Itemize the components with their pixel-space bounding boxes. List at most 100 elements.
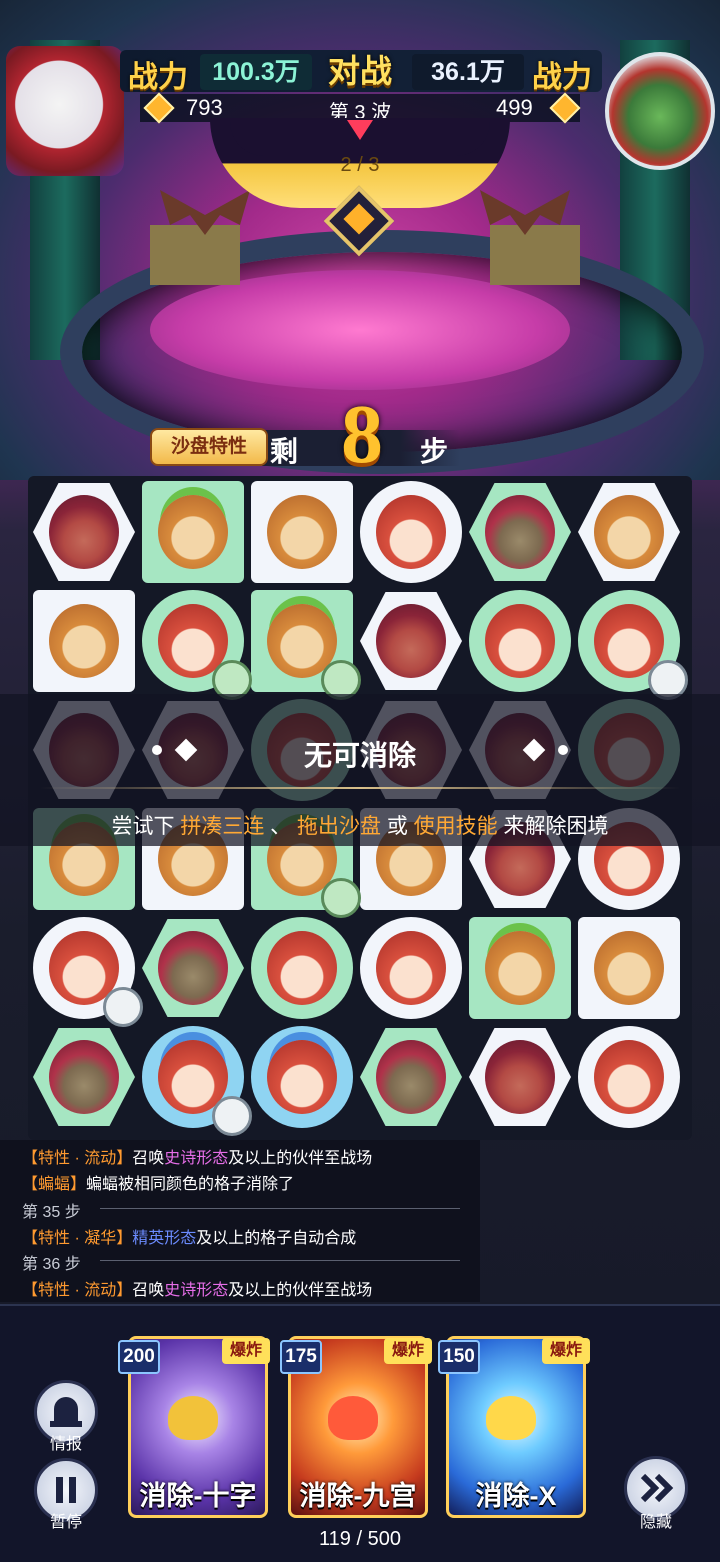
girl-b-portrait [267,1040,337,1114]
no-match-hint: 尝试下 拼凑三连 、 拖出沙盘 或 使用技能 来解除困境 [0,810,720,840]
player-power-value: 100.3万 [200,54,312,90]
tile-monkey-g[interactable] [469,917,571,1019]
log-text: 及以上的格子自动合成 [196,1230,357,1247]
log-step-35: 第 35 步 [22,1204,81,1221]
log-entry: 【蝙蝠】蝙蝠被相同颜色的格子消除了 [22,1170,294,1194]
skill-cost: 150 [438,1340,480,1374]
bat-badge-icon [212,1096,252,1136]
tile-girl[interactable] [360,481,462,583]
monkey-portrait [594,495,664,569]
ox-portrait [49,495,119,569]
tile-monkey[interactable] [578,917,680,1019]
bat-badge-icon [321,878,361,918]
hint-separator: 、 [264,815,297,838]
battle-log[interactable]: 【特性 · 流动】召唤史诗形态及以上的伙伴至战场 【蝙蝠】蝙蝠被相同颜色的格子消… [0,1140,480,1302]
skill-name: 消除-X [475,1481,557,1511]
hide-label: 隐藏 [639,1514,672,1531]
hint-text: 尝试下 [111,815,181,838]
enemy-power-label: 战力 [532,61,592,94]
ox-g-portrait [49,1040,119,1114]
log-text: 蝙蝠被相同颜色的格子消除了 [86,1176,295,1193]
hint-option-drag: 拖出沙盘 [297,815,381,838]
skill-tag: 爆炸 [542,1338,590,1364]
tile-monkey[interactable] [251,481,353,583]
skill-name: 消除-十字 [139,1481,257,1511]
ox-g-portrait [485,495,555,569]
girl-portrait [267,931,337,1005]
skull-icon [328,1396,378,1440]
skill-name: 消除-九宫 [299,1481,417,1511]
log-entry: 【特性 · 凝华】精英形态及以上的格子自动合成 [22,1224,356,1248]
tile-girl[interactable] [469,590,571,692]
divider [100,1260,460,1261]
tile-ox-g[interactable] [142,919,244,1017]
log-text: 召唤 [132,1282,165,1299]
tile-ox-g[interactable] [469,483,571,581]
skull-icon [168,1396,218,1440]
tile-ox-g[interactable] [360,1028,462,1126]
log-text: 及以上的伙伴至战场 [228,1282,373,1299]
log-highlight: 史诗形态 [164,1282,229,1299]
skull-icon [486,1396,536,1440]
steps-prefix: 剩 [270,436,299,467]
skill-cost: 200 [118,1340,160,1374]
log-highlight: 精英形态 [132,1230,197,1247]
tile-ox-g[interactable] [33,1028,135,1126]
girl-portrait [376,931,446,1005]
log-text: 及以上的伙伴至战场 [228,1150,373,1167]
bat-enemy-left[interactable] [150,185,260,245]
log-highlight: 史诗形态 [164,1150,229,1167]
girl-portrait [376,495,446,569]
girl-portrait [594,1040,664,1114]
ox-portrait [376,604,446,678]
tile-ox[interactable] [33,483,135,581]
monkey-portrait [594,931,664,1005]
log-tag: 【特性 · 流动】 [22,1150,133,1167]
divider [100,1208,460,1209]
hint-option-triple: 拼凑三连 [180,815,265,838]
tile-ox[interactable] [469,1028,571,1126]
wave-pointer-icon [347,120,373,140]
skill-tag: 爆炸 [384,1338,432,1364]
tile-monkey[interactable] [33,590,135,692]
pause-label: 暂停 [49,1514,82,1531]
hint-or: 或 [381,815,414,838]
log-tag: 【特性 · 流动】 [22,1282,133,1299]
skill-tag: 爆炸 [222,1338,270,1364]
tile-monkey-g[interactable] [142,481,244,583]
monkey-portrait [267,495,337,569]
tile-ox[interactable] [360,592,462,690]
ox-g-portrait [376,1040,446,1114]
info-label: 情报 [49,1436,82,1453]
ox-g-portrait [158,931,228,1005]
enemy-avatar[interactable] [605,52,715,170]
monkey-g-portrait [158,495,228,569]
log-tag: 【特性 · 凝华】 [22,1230,133,1247]
skill-cost: 175 [280,1340,322,1374]
player-avatar[interactable] [6,46,124,176]
divider [40,787,680,789]
arena-floor [150,270,570,390]
bat-badge-icon [103,987,143,1027]
wave-progress: 2 / 3 [340,154,380,176]
log-text: 召唤 [132,1150,165,1167]
hint-option-skill: 使用技能 [413,815,498,838]
sandbox-feature-button[interactable]: 沙盘特性 [150,428,268,466]
tile-monkey[interactable] [578,483,680,581]
log-tag: 【蝙蝠】 [22,1176,87,1193]
hint-suffix: 来解除困境 [497,815,609,838]
player-power-label: 战力 [128,61,188,94]
tile-girl[interactable] [251,917,353,1019]
log-entry: 【特性 · 流动】召唤史诗形态及以上的伙伴至战场 [22,1144,372,1168]
tile-girl[interactable] [578,1026,680,1128]
tile-girl[interactable] [360,917,462,1019]
vs-label: 对战 [327,53,392,89]
girl-portrait [485,604,555,678]
energy-counter: 119 / 500 [319,1528,401,1550]
no-match-title: 无可消除 [303,740,416,771]
bat-enemy-right[interactable] [470,185,580,245]
log-step-36: 第 36 步 [22,1256,81,1273]
monkey-portrait [49,604,119,678]
tile-girl-b[interactable] [251,1026,353,1128]
ox-portrait [485,1040,555,1114]
